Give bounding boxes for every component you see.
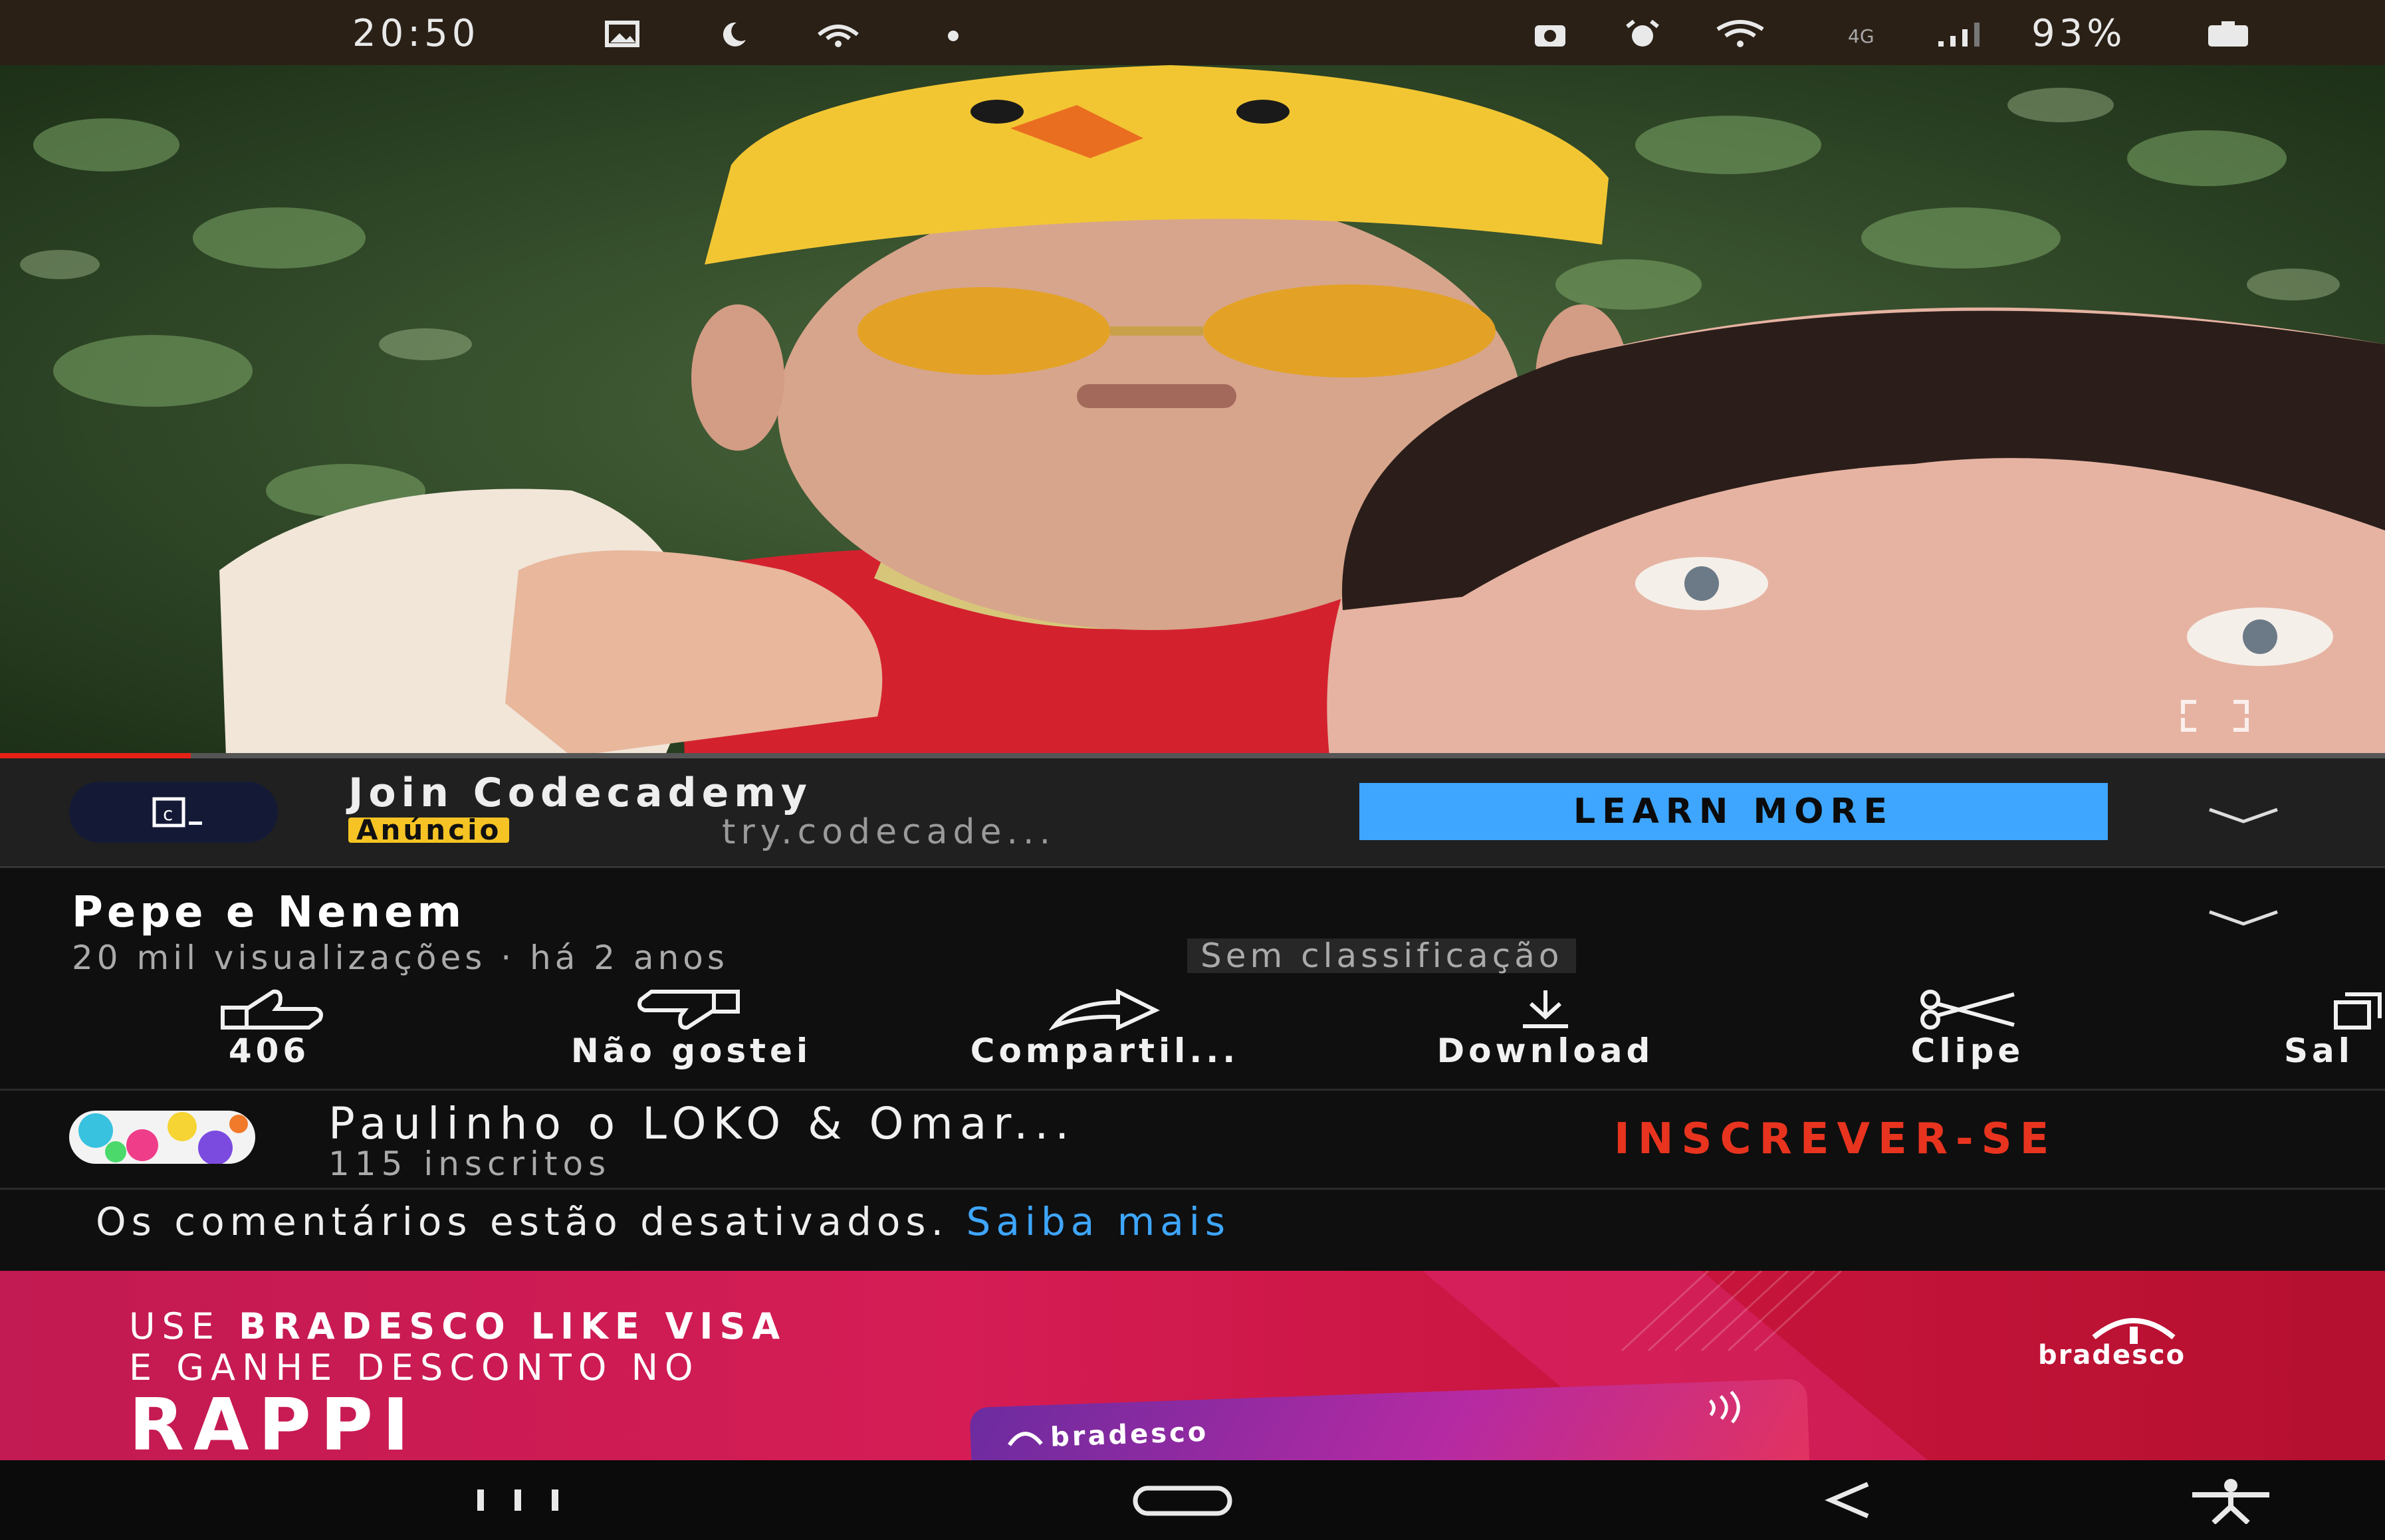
svg-text:c: c <box>162 803 173 825</box>
share-icon <box>1048 989 1160 1030</box>
thumbs-up-icon <box>221 989 323 1030</box>
back-icon[interactable] <box>1821 1480 1877 1520</box>
clock: 20:50 <box>352 12 480 55</box>
clip-label: Clipe <box>1910 1032 2025 1070</box>
home-icon[interactable] <box>1131 1484 1234 1517</box>
progress-track[interactable] <box>0 753 2385 758</box>
progress-fill <box>0 753 191 758</box>
download-label: Download <box>1436 1032 1654 1070</box>
ad-url[interactable]: try.codecade... <box>722 812 1056 852</box>
download-button[interactable]: Download <box>1376 989 1715 1070</box>
description-expand-icon[interactable] <box>2206 907 2281 927</box>
battery-icon <box>2208 21 2248 47</box>
download-icon <box>1523 990 1568 1028</box>
contactless-icon <box>1708 1390 1740 1424</box>
camera-icon <box>1535 25 1565 47</box>
clip-button[interactable]: Clipe <box>1868 989 2067 1070</box>
banner-line2: E GANHE DESCONTO NO <box>129 1347 700 1388</box>
dislike-button[interactable]: Não gostei <box>505 989 877 1070</box>
channel-avatar[interactable] <box>69 1111 255 1164</box>
ad-badge: Anúncio <box>348 816 510 844</box>
codecademy-logo-icon: c <box>152 797 202 827</box>
like-button[interactable]: 406 <box>193 989 346 1070</box>
battery-percent: 93% <box>2031 12 2126 55</box>
chevron-down-icon[interactable] <box>2206 804 2281 824</box>
banner-ad[interactable]: USE BRADESCO LIKE VISA E GANHE DESCONTO … <box>0 1271 2385 1460</box>
share-label: Compartil... <box>970 1032 1240 1070</box>
learn-more-link[interactable]: Saiba mais <box>966 1199 1231 1244</box>
image-icon <box>605 21 639 47</box>
ad-title[interactable]: Join Codecademy <box>348 770 812 816</box>
dislike-label: Não gostei <box>570 1032 812 1070</box>
video-frame <box>0 65 2385 756</box>
thumbs-down-icon <box>637 990 740 1030</box>
comments-text: Os comentários estão desativados. <box>96 1199 949 1244</box>
subscribe-button[interactable]: INSCREVER-SE <box>1610 1114 2061 1164</box>
network-type: 4G <box>1848 25 1874 47</box>
accessibility-icon[interactable] <box>2187 1478 2275 1524</box>
save-label: Sal <box>2284 1032 2354 1070</box>
alarm-icon <box>1626 20 1659 47</box>
banner-line1-prefix: USE <box>129 1305 221 1347</box>
avatar-image <box>69 1111 255 1164</box>
share-button[interactable]: Compartil... <box>905 989 1304 1070</box>
channel-name[interactable]: Paulinho o LOKO & Omar... <box>328 1098 1076 1149</box>
banner-line1: USE BRADESCO LIKE VISA <box>129 1305 786 1347</box>
scissors-icon <box>1920 990 2015 1030</box>
navigation-bar <box>0 1460 2385 1540</box>
hotspot-icon <box>818 25 859 47</box>
video-title[interactable]: Pepe e Nenem <box>72 888 465 937</box>
wifi-icon <box>1716 20 1764 47</box>
banner-line3: RAPPI <box>129 1384 419 1460</box>
ad-logo[interactable]: c <box>69 782 278 843</box>
credit-card: bradesco <box>969 1378 1812 1460</box>
video-meta: 20 mil visualizações · há 2 anos <box>72 938 729 977</box>
learn-more-button[interactable]: LEARN MORE <box>1359 783 2108 840</box>
banner-line1-bold: BRADESCO LIKE VISA <box>239 1305 787 1347</box>
card-brand: bradesco <box>1050 1416 1209 1453</box>
bradesco-logo-icon <box>2092 1318 2176 1344</box>
banner-brand: bradesco <box>2038 1340 2186 1371</box>
save-icon <box>2334 992 2382 1030</box>
recent-apps-icon[interactable] <box>471 1487 566 1513</box>
video-player[interactable] <box>0 65 2385 756</box>
comments-disabled-notice: Os comentários estão desativados. Saiba … <box>96 1199 1230 1244</box>
subscriber-count: 115 inscritos <box>328 1145 612 1183</box>
signal-icon <box>1938 23 1980 47</box>
status-bar: 20:50 4G 93% <box>0 0 2385 65</box>
save-button[interactable]: Sal <box>2260 989 2385 1070</box>
like-count: 406 <box>228 1032 310 1070</box>
rating-badge: Sem classificação <box>1187 938 1577 973</box>
moon-icon <box>723 22 746 47</box>
card-logo-icon <box>1008 1432 1043 1446</box>
dot-icon <box>948 31 959 41</box>
